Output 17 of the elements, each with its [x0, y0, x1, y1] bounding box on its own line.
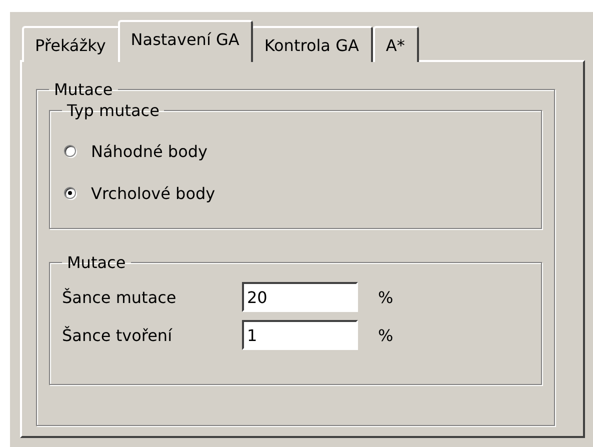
unit-label: %: [378, 288, 394, 306]
field-label: Šance mutace: [62, 288, 178, 306]
unit-label: %: [378, 326, 394, 344]
radio-label[interactable]: Vrcholové body: [91, 184, 216, 202]
tab[interactable]: A*: [372, 26, 419, 62]
input-field[interactable]: 20: [242, 282, 358, 312]
tab[interactable]: Nastavení GA: [118, 20, 254, 62]
tab[interactable]: Překážky: [22, 26, 120, 62]
group-title: Mutace: [66, 253, 127, 272]
tab[interactable]: Kontrola GA: [251, 26, 373, 62]
input-field[interactable]: 1: [242, 320, 358, 350]
radio-button[interactable]: [64, 187, 76, 199]
group-title: Mutace: [53, 80, 114, 99]
radio-button[interactable]: [64, 145, 76, 157]
radio-label[interactable]: Náhodné body: [91, 142, 208, 160]
field-label: Šance tvoření: [62, 326, 174, 344]
group-title: Typ mutace: [66, 101, 160, 120]
